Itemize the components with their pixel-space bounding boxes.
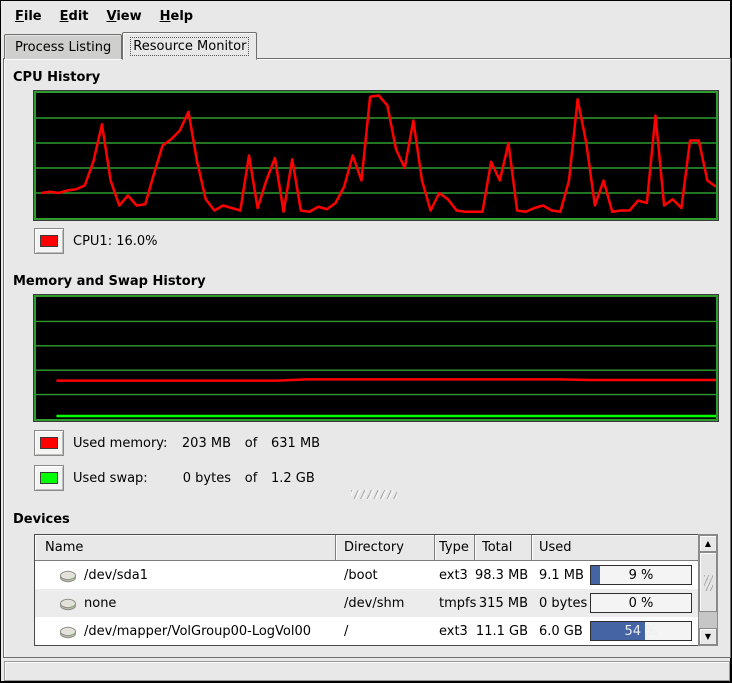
memory-history-graph xyxy=(34,295,718,421)
tab-resource-monitor-label: Resource Monitor xyxy=(131,38,248,55)
device-used: 9.1 MB xyxy=(539,568,584,583)
table-row[interactable]: /dev/sda1 /boot ext3 98.3 MB 9.1 MB 9 % xyxy=(35,561,698,589)
devices-title: Devices xyxy=(13,512,70,527)
cpu-legend: CPU1: 16.0% xyxy=(34,228,158,254)
device-type: ext3 xyxy=(435,568,475,583)
menu-bar: File Edit View Help xyxy=(2,2,729,31)
devices-table-header: Name Directory Type Total Used xyxy=(35,535,698,561)
used-memory-legend: Used memory: 203 MB of 631 MB xyxy=(34,430,320,456)
column-header-total[interactable]: Total xyxy=(475,535,532,561)
column-header-directory[interactable]: Directory xyxy=(336,535,435,561)
used-memory-of: of xyxy=(231,436,271,451)
column-header-name[interactable]: Name xyxy=(35,535,336,561)
used-swap-legend: Used swap: 0 bytes of 1.2 GB xyxy=(34,465,315,491)
tab-bar: Process Listing Resource Monitor xyxy=(4,31,257,59)
status-bar xyxy=(4,661,730,681)
used-swap-label: Used swap: xyxy=(73,471,169,486)
device-used: 6.0 GB xyxy=(539,624,583,639)
used-swap-value: 0 bytes xyxy=(169,471,231,486)
cpu1-legend-label: CPU1: 16.0% xyxy=(73,234,158,249)
used-swap-of: of xyxy=(231,471,271,486)
pane-resize-grip[interactable] xyxy=(351,490,397,499)
usage-progress-bar: 54 % xyxy=(590,621,692,641)
tab-process-listing[interactable]: Process Listing xyxy=(4,34,122,59)
column-header-used[interactable]: Used xyxy=(532,535,698,561)
used-memory-value: 203 MB xyxy=(169,436,231,451)
device-used: 0 bytes xyxy=(539,596,587,611)
device-directory: / xyxy=(336,624,435,639)
device-type: tmpfs xyxy=(435,596,475,611)
scroll-up-icon[interactable]: ▲ xyxy=(699,535,717,552)
used-memory-color-icon xyxy=(40,437,58,449)
cpu-history-title: CPU History xyxy=(13,70,100,85)
device-directory: /dev/shm xyxy=(336,596,435,611)
table-row[interactable]: /dev/mapper/VolGroup00-LogVol00 / ext3 1… xyxy=(35,617,698,645)
used-memory-label: Used memory: xyxy=(73,436,169,451)
disk-icon xyxy=(59,624,77,639)
cpu1-color-swatch xyxy=(34,228,64,254)
menu-view[interactable]: View xyxy=(98,3,151,30)
used-swap-color-swatch xyxy=(34,465,64,491)
used-swap-color-icon xyxy=(40,472,58,484)
used-memory-color-swatch xyxy=(34,430,64,456)
disk-icon xyxy=(59,596,77,611)
memory-history-title: Memory and Swap History xyxy=(13,274,206,289)
menu-edit[interactable]: Edit xyxy=(51,3,98,30)
total-memory-value: 631 MB xyxy=(271,436,320,451)
menu-help[interactable]: Help xyxy=(151,3,202,30)
column-header-type[interactable]: Type xyxy=(435,535,475,561)
cpu-graph-canvas xyxy=(36,93,716,218)
cpu1-color-icon xyxy=(40,235,58,247)
usage-percent-label: 54 % xyxy=(591,622,691,640)
disk-icon xyxy=(59,568,77,583)
device-type: ext3 xyxy=(435,624,475,639)
usage-percent-label: 0 % xyxy=(591,594,691,612)
total-swap-value: 1.2 GB xyxy=(271,471,315,486)
usage-progress-bar: 0 % xyxy=(590,593,692,613)
device-total: 315 MB xyxy=(475,596,532,611)
tab-process-listing-label: Process Listing xyxy=(13,39,113,56)
devices-scrollbar[interactable]: ▲ ▼ xyxy=(698,534,718,646)
scroll-down-icon[interactable]: ▼ xyxy=(699,628,717,645)
usage-progress-bar: 9 % xyxy=(590,565,692,585)
device-name: none xyxy=(84,596,116,611)
scrollbar-thumb[interactable] xyxy=(699,552,717,612)
device-total: 98.3 MB xyxy=(475,568,532,583)
tab-resource-monitor[interactable]: Resource Monitor xyxy=(122,32,257,60)
device-directory: /boot xyxy=(336,568,435,583)
table-row[interactable]: none /dev/shm tmpfs 315 MB 0 bytes 0 % xyxy=(35,589,698,617)
devices-table: Name Directory Type Total Used /dev/sda1… xyxy=(34,534,698,646)
usage-percent-label: 9 % xyxy=(591,566,691,584)
menu-file[interactable]: File xyxy=(6,3,51,30)
device-name: /dev/mapper/VolGroup00-LogVol00 xyxy=(84,624,311,639)
cpu-history-graph xyxy=(34,91,718,220)
device-name: /dev/sda1 xyxy=(84,568,148,583)
system-monitor-window: { "menu": { "items": [ {"label": "File"}… xyxy=(0,0,732,683)
memory-graph-canvas xyxy=(36,297,716,419)
device-total: 11.1 GB xyxy=(475,624,532,639)
